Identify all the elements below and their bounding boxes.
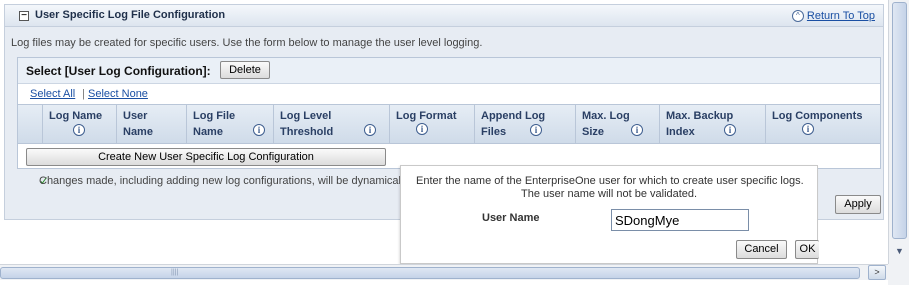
right-arrow-icon[interactable]: > xyxy=(868,265,886,280)
grid-toolbar: Select [User Log Configuration]: Delete xyxy=(18,58,880,84)
column-header-user-name[interactable]: User Name xyxy=(116,105,186,143)
column-header-label-line2: Files xyxy=(481,126,507,138)
grip-icon: |||| xyxy=(171,269,179,276)
info-icon[interactable]: i xyxy=(416,123,428,135)
select-label: Select [User Log Configuration]: xyxy=(26,64,211,78)
column-header-select xyxy=(18,105,42,143)
collapse-icon[interactable]: − xyxy=(19,11,29,21)
select-all-link[interactable]: Select All xyxy=(30,88,75,100)
column-header-log-file-name[interactable]: Log File Name i xyxy=(186,105,273,143)
column-header-label: Log Components xyxy=(772,110,863,122)
create-user-log-config-button[interactable]: Create New User Specific Log Configurati… xyxy=(26,148,386,166)
info-icon[interactable]: i xyxy=(631,124,643,136)
selection-links: Select All | Select None xyxy=(18,85,880,103)
column-header-label: Log Format xyxy=(396,110,457,122)
info-icon[interactable]: i xyxy=(802,123,814,135)
select-none-link[interactable]: Select None xyxy=(88,88,148,100)
user-name-popup: Enter the name of the EnterpriseOne user… xyxy=(400,165,819,264)
column-header-label-line2: Index xyxy=(666,126,695,138)
column-header-label-line2: Size xyxy=(582,126,605,138)
info-icon[interactable]: i xyxy=(73,124,85,136)
vertical-scrollbar[interactable]: ▼ xyxy=(888,0,909,264)
grid-header: Log Name i User Name Log File Name i Log… xyxy=(18,104,880,144)
cancel-button[interactable]: Cancel xyxy=(736,240,787,259)
column-header-max-backup-index[interactable]: Max. Backup Index i xyxy=(659,105,765,143)
column-header-label: Log File xyxy=(193,110,236,122)
column-header-label: Append Log xyxy=(481,110,546,122)
return-to-top-link[interactable]: Return To Top xyxy=(807,10,875,22)
info-icon[interactable]: i xyxy=(530,124,542,136)
apply-button[interactable]: Apply xyxy=(835,195,881,214)
column-header-label: User xyxy=(123,110,148,122)
popup-instruction: Enter the name of the EnterpriseOne user… xyxy=(416,175,804,187)
popup-validation-note: The user name will not be validated. xyxy=(521,188,698,200)
column-header-label-line2: Name xyxy=(123,126,153,138)
user-name-input[interactable] xyxy=(611,209,749,231)
column-header-max-log-size[interactable]: Max. Log Size i xyxy=(575,105,659,143)
column-header-label: Max. Log xyxy=(582,110,630,122)
column-header-label: Log Level xyxy=(280,110,332,122)
delete-button[interactable]: Delete xyxy=(220,61,270,79)
scrollbar-corner xyxy=(888,264,909,285)
info-icon[interactable]: i xyxy=(253,124,265,136)
column-header-log-name[interactable]: Log Name i xyxy=(42,105,116,143)
dynamic-changes-note: Changes made, including adding new log c… xyxy=(39,175,405,187)
content-frame: − User Specific Log File Configuration ^… xyxy=(0,0,888,264)
info-icon[interactable]: i xyxy=(364,124,376,136)
info-icon[interactable]: i xyxy=(724,124,736,136)
column-header-append-log-files[interactable]: Append Log Files i xyxy=(474,105,575,143)
column-header-log-format[interactable]: Log Format i xyxy=(389,105,474,143)
panel-header: − User Specific Log File Configuration ^… xyxy=(5,5,883,27)
section-description: Log files may be created for specific us… xyxy=(11,37,483,49)
return-to-top[interactable]: ^ Return To Top xyxy=(791,10,875,22)
link-separator: | xyxy=(82,88,85,100)
ok-button[interactable]: OK xyxy=(795,240,819,259)
horizontal-scroll-thumb[interactable]: |||| xyxy=(0,267,860,279)
column-header-label: Max. Backup xyxy=(666,110,734,122)
column-header-log-components[interactable]: Log Components i xyxy=(765,105,880,143)
user-log-grid: Select [User Log Configuration]: Delete … xyxy=(17,57,881,169)
user-name-label: User Name xyxy=(482,212,540,224)
panel-title: User Specific Log File Configuration xyxy=(35,9,226,21)
down-arrow-icon[interactable]: ▼ xyxy=(892,244,907,259)
vertical-scroll-thumb[interactable] xyxy=(892,2,907,239)
up-chevron-icon[interactable]: ^ xyxy=(791,10,804,22)
horizontal-scrollbar[interactable]: |||| xyxy=(0,264,888,280)
column-header-label: Log Name xyxy=(49,110,103,122)
column-header-log-level-threshold[interactable]: Log Level Threshold i xyxy=(273,105,389,143)
